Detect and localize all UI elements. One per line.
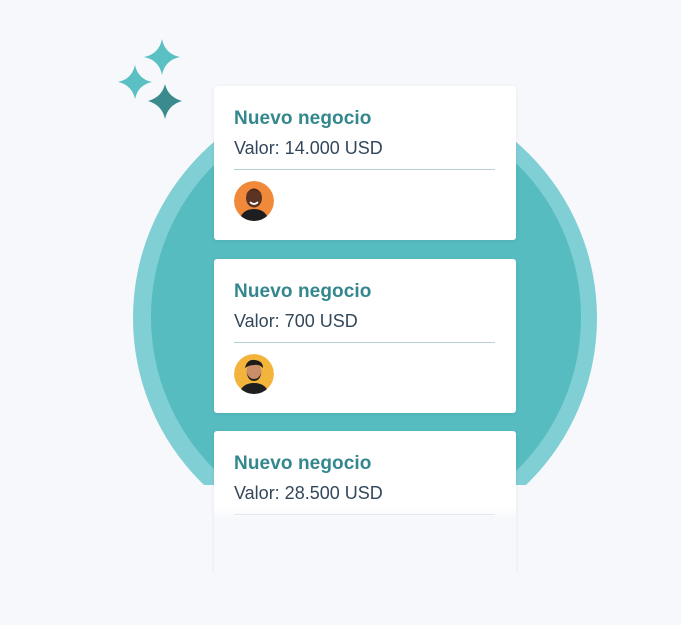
deal-card[interactable]: Nuevo negocio Valor: 14.000 USD	[214, 86, 516, 240]
deal-title: Nuevo negocio	[234, 453, 372, 474]
deal-cards-illustration: Nuevo negocio Valor: 14.000 USD Nuevo ne…	[0, 0, 681, 625]
card-fade	[214, 508, 516, 622]
person-avatar-icon	[234, 181, 274, 221]
divider	[234, 169, 495, 170]
person-avatar-icon	[234, 354, 274, 394]
deal-value: Valor: 700 USD	[234, 311, 358, 331]
deal-value: Valor: 14.000 USD	[234, 138, 383, 158]
deal-title: Nuevo negocio	[234, 281, 372, 302]
deal-card[interactable]: Nuevo negocio Valor: 700 USD	[214, 259, 516, 413]
deal-value: Valor: 28.500 USD	[234, 483, 383, 503]
divider	[234, 342, 495, 343]
sparkles-icon	[118, 39, 182, 119]
deal-title: Nuevo negocio	[234, 108, 372, 129]
